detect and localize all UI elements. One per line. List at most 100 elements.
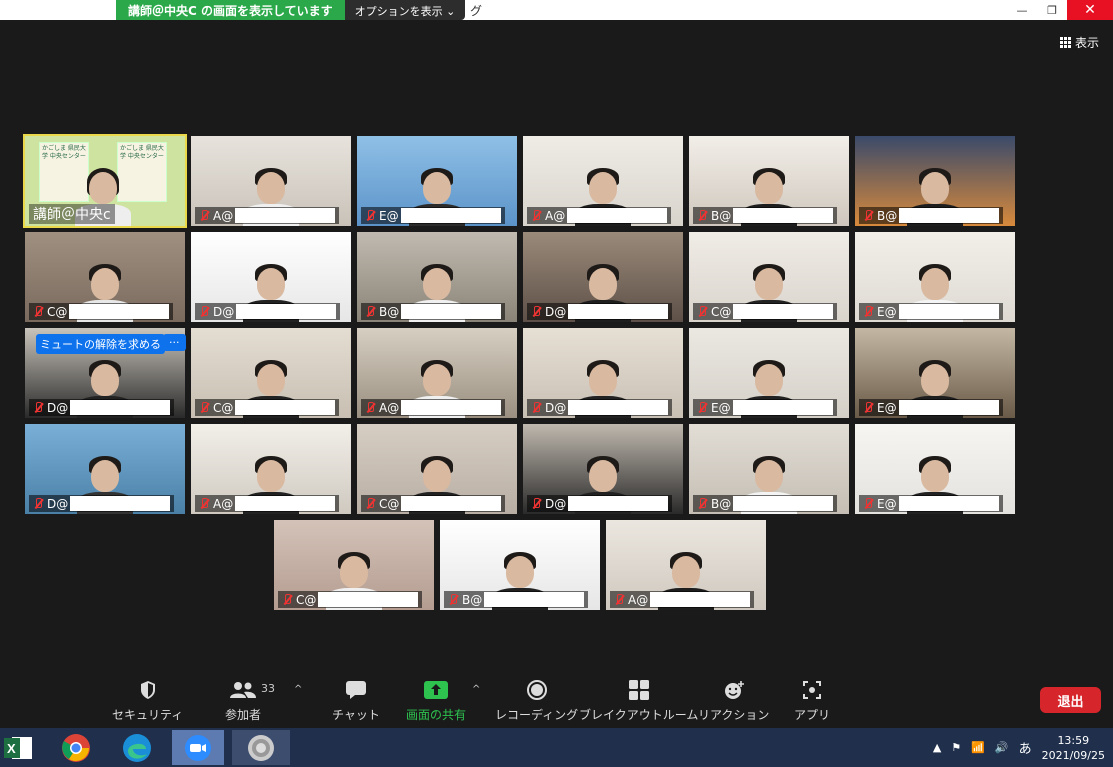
participant-video-tile[interactable]: E@: [855, 232, 1015, 322]
participant-video-tile[interactable]: A@: [357, 328, 517, 418]
breakout-rooms-label: ブレイクアウトルーム: [579, 708, 699, 722]
view-options-button[interactable]: オプションを表示 ⌄: [344, 0, 466, 20]
participant-name-tag: C@: [195, 399, 340, 416]
participant-name: A@: [545, 208, 566, 223]
participant-video-tile[interactable]: A@: [523, 136, 683, 226]
grid-view-icon: [1059, 37, 1071, 48]
participants-button[interactable]: 参加者: [225, 678, 261, 723]
more-options-button[interactable]: ···: [163, 334, 186, 351]
participant-video-tile[interactable]: B@: [440, 520, 600, 610]
host-video-tile[interactable]: かごしま 県民大学 中央センター かごしま 県民大学 中央センター 講師＠中央c: [23, 134, 187, 228]
chrome-taskbar-icon[interactable]: [57, 730, 95, 765]
mic-muted-icon: [33, 305, 43, 318]
name-redaction-box: [898, 304, 999, 319]
participant-video-tile[interactable]: B@: [689, 136, 849, 226]
mic-muted-icon: [365, 497, 375, 510]
participant-video-tile[interactable]: E@: [357, 136, 517, 226]
participant-video-tile[interactable]: C@: [357, 424, 517, 514]
chat-button[interactable]: チャット: [332, 678, 380, 723]
mic-muted-icon: [199, 497, 209, 510]
view-layout-button[interactable]: 表示: [1059, 34, 1099, 51]
participant-video-tile[interactable]: B@: [689, 424, 849, 514]
participant-video-tile[interactable]: E@: [855, 424, 1015, 514]
participant-name-tag: E@: [859, 399, 1003, 416]
unmute-request-button[interactable]: ミュートの解除を求める: [36, 334, 165, 354]
participant-name: C@: [47, 304, 68, 319]
name-redaction-box: [733, 208, 834, 223]
participant-name-tag: C@: [361, 495, 506, 512]
apps-button[interactable]: アプリ: [794, 678, 830, 723]
share-status-label: 講師＠中央C の画面を表示しています: [116, 0, 345, 20]
share-caret-icon[interactable]: ^: [472, 684, 480, 695]
volume-icon[interactable]: 🔊: [995, 741, 1009, 754]
participant-video-tile[interactable]: C@: [25, 232, 185, 322]
restore-button[interactable]: ❐: [1037, 0, 1067, 20]
zoom-taskbar-icon[interactable]: [172, 730, 224, 765]
leave-meeting-button[interactable]: 退出: [1040, 687, 1101, 713]
participant-name-tag: A@: [610, 591, 755, 608]
participant-video-tile[interactable]: A@: [606, 520, 766, 610]
close-button[interactable]: ✕: [1067, 0, 1113, 20]
participant-name: C@: [711, 304, 732, 319]
security-label: セキュリティ: [112, 708, 184, 722]
tray-chevron-icon[interactable]: ▲: [933, 741, 941, 754]
participant-video-tile[interactable]: D@: [523, 424, 683, 514]
name-redaction-box: [899, 208, 1000, 223]
participant-name-tag: B@: [693, 495, 838, 512]
name-redaction-box: [235, 496, 336, 511]
breakout-rooms-button[interactable]: ブレイクアウトルーム: [579, 678, 698, 723]
taskbar-clock[interactable]: 13:59 2021/09/25: [1042, 733, 1105, 763]
security-button[interactable]: セキュリティ: [112, 678, 183, 723]
network-icon[interactable]: 📶: [971, 741, 985, 754]
name-redaction-box: [401, 400, 502, 415]
share-screen-label: 画面の共有: [406, 708, 467, 722]
mic-muted-icon: [863, 401, 873, 414]
participant-name: C@: [379, 496, 400, 511]
participant-video-tile[interactable]: C@: [274, 520, 434, 610]
participants-caret-icon[interactable]: ^: [294, 684, 302, 695]
participant-name-tag: A@: [195, 207, 340, 224]
participant-name: A@: [213, 496, 234, 511]
participant-name-tag: B@: [361, 303, 506, 320]
participant-video-tile[interactable]: C@: [689, 232, 849, 322]
participant-video-tile[interactable]: B@: [855, 136, 1015, 226]
participant-video-tile[interactable]: D@: [523, 328, 683, 418]
participant-video-tile[interactable]: E@: [855, 328, 1015, 418]
mic-muted-icon: [282, 593, 292, 606]
participant-video-tile[interactable]: B@: [357, 232, 517, 322]
participant-video-tile[interactable]: E@: [689, 328, 849, 418]
participant-video-tile[interactable]: A@: [191, 424, 351, 514]
host-name-label: 講師＠中央c: [29, 204, 115, 224]
mic-muted-icon: [199, 401, 209, 414]
participant-video-tile[interactable]: D@: [523, 232, 683, 322]
participant-video-tile[interactable]: D@: [191, 232, 351, 322]
participant-video-tile[interactable]: D@: [25, 424, 185, 514]
excel-taskbar-icon[interactable]: X: [0, 730, 38, 765]
view-layout-label: 表示: [1074, 36, 1099, 50]
participant-name: E@: [379, 208, 399, 223]
breakout-rooms-icon: [628, 678, 649, 702]
mic-muted-icon: [863, 209, 873, 222]
name-redaction-box: [733, 496, 834, 511]
ime-indicator[interactable]: あ: [1019, 738, 1032, 757]
name-redaction-box: [235, 208, 336, 223]
record-button[interactable]: レコーディング: [495, 678, 578, 723]
mic-muted-icon: [448, 593, 458, 606]
reactions-button[interactable]: リアクション: [698, 678, 769, 723]
mic-muted-icon: [531, 305, 541, 318]
participant-name: E@: [877, 400, 897, 415]
flag-icon[interactable]: ⚑: [951, 741, 961, 754]
edge-taskbar-icon[interactable]: [118, 730, 156, 765]
participant-name-tag: E@: [693, 399, 837, 416]
mic-muted-icon: [697, 305, 707, 318]
participant-video-tile[interactable]: A@: [191, 136, 351, 226]
share-screen-button[interactable]: 画面の共有: [406, 678, 466, 723]
minimize-button[interactable]: —: [1007, 0, 1037, 20]
participant-video-tile[interactable]: C@: [191, 328, 351, 418]
participant-name-tag: E@: [361, 207, 505, 224]
participant-name-tag: A@: [361, 399, 506, 416]
participant-name-tag: A@: [527, 207, 672, 224]
sound-app-taskbar-icon[interactable]: [232, 730, 290, 765]
mic-muted-icon: [863, 305, 873, 318]
participant-name-tag: A@: [195, 495, 340, 512]
